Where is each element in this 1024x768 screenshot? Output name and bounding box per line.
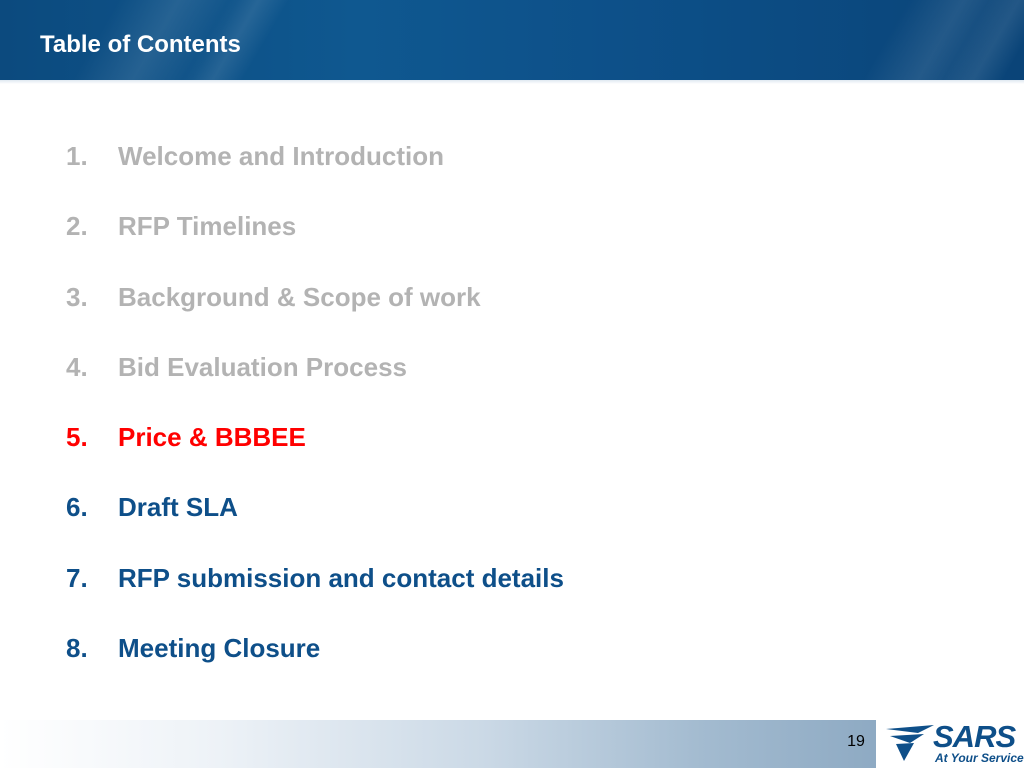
toc-item-number: 5. <box>66 422 88 453</box>
toc-item-label: RFP Timelines <box>118 211 297 242</box>
page-number: 19 <box>847 733 865 750</box>
toc-item-label: RFP submission and contact details <box>118 562 564 593</box>
logo-name: SARS <box>933 719 1016 754</box>
toc-item-label: Meeting Closure <box>118 633 321 664</box>
toc-item-label: Bid Evaluation Process <box>118 351 407 382</box>
toc-item-number: 4. <box>66 351 88 382</box>
table-of-contents: 1. Welcome and Introduction 2. RFP Timelin… <box>66 139 564 701</box>
toc-item-label: Background & Scope of work <box>118 281 481 312</box>
toc-item-number: 1. <box>66 141 88 171</box>
toc-item: 4. Bid Evaluation Process <box>66 350 564 420</box>
slide-title: Table of Contents <box>40 31 241 58</box>
toc-item-label: Draft SLA <box>118 492 238 523</box>
footer-band <box>0 720 876 768</box>
header-divider <box>0 80 1024 84</box>
logo-tagline: At Your Service <box>935 751 1024 765</box>
toc-item-number: 6. <box>66 492 88 523</box>
toc-item-number: 8. <box>66 633 88 664</box>
toc-item-label: Welcome and Introduction <box>118 141 444 171</box>
toc-item-number: 7. <box>66 562 88 593</box>
toc-item: 1. Welcome and Introduction <box>66 139 564 209</box>
toc-item: 2. RFP Timelines <box>66 209 564 279</box>
toc-item-number: 2. <box>66 211 88 242</box>
toc-item: 5. Price & BBBEE <box>66 420 564 490</box>
toc-item: 8. Meeting Closure <box>66 631 564 701</box>
sars-logo: SARS At Your Service <box>878 720 1024 768</box>
toc-item: 7. RFP submission and contact details <box>66 561 564 631</box>
toc-item: 6. Draft SLA <box>66 490 564 560</box>
toc-item: 3. Background & Scope of work <box>66 280 564 350</box>
toc-item-label: Price & BBBEE <box>118 422 306 453</box>
sars-swoosh-icon <box>886 725 934 761</box>
toc-item-number: 3. <box>66 281 88 312</box>
